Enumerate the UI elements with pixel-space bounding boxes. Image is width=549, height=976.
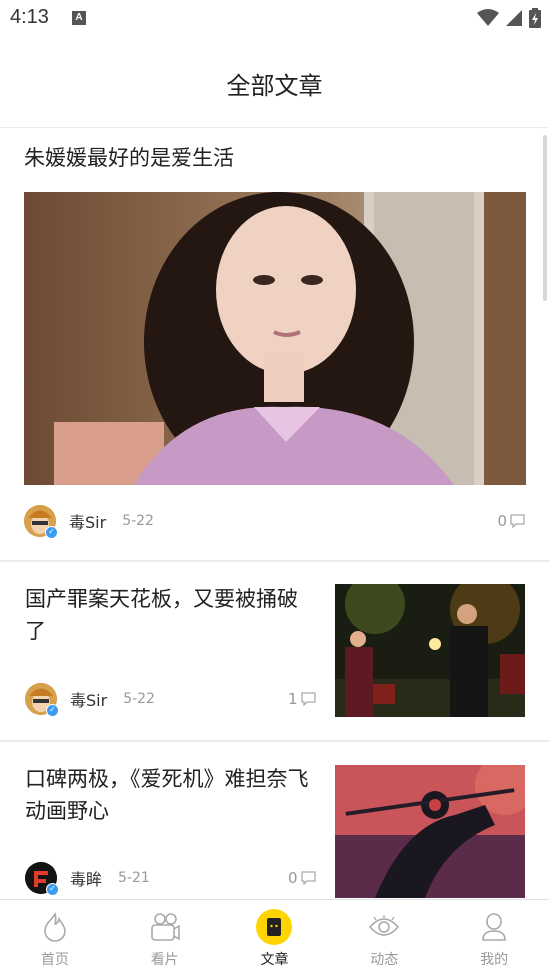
author-name[interactable]: 毒Sir (70, 687, 107, 711)
battery-icon (529, 8, 541, 28)
comment-icon (300, 692, 316, 706)
article-icon (256, 909, 293, 945)
verified-badge-icon: ✓ (45, 526, 58, 539)
publish-date: 5-22 (122, 513, 154, 529)
eye-icon (369, 915, 400, 936)
wifi-icon (477, 9, 499, 26)
publish-date: 5-21 (118, 870, 150, 886)
comment-icon (510, 514, 525, 528)
article-card[interactable]: 口碑两极，《爱死机》难担奈飞动画野心 ✓ 毒眸 5-21 0 (0, 742, 549, 898)
comment-icon (300, 871, 316, 885)
author-name[interactable]: 毒Sir (69, 509, 106, 533)
header: 全部文章 (0, 38, 549, 128)
article-title[interactable]: 朱媛媛最好的是爱生活 (24, 142, 524, 174)
tab-watch[interactable]: 看片 (110, 900, 220, 976)
page-title: 全部文章 (226, 72, 323, 100)
tab-articles[interactable]: 文章 (220, 900, 330, 976)
article-feed[interactable]: 朱媛媛最好的是爱生活 ✓ 毒Sir 5-22 0 国产罪案天花板，又要被捅破了 … (0, 129, 549, 898)
comment-count[interactable]: 0 (497, 512, 525, 530)
status-icons (477, 7, 541, 29)
notification-icon: A (72, 11, 86, 25)
author-avatar[interactable]: ✓ (25, 862, 59, 896)
bottom-tab-bar: 首页 看片 文章 动态 我的 (0, 899, 549, 976)
camera-icon (150, 913, 180, 941)
author-name[interactable]: 毒眸 (70, 866, 102, 890)
signal-icon (506, 10, 522, 26)
verified-badge-icon: ✓ (46, 883, 59, 896)
comment-count-value: 0 (288, 869, 298, 887)
tab-label: 动态 (370, 952, 399, 968)
comment-count[interactable]: 1 (288, 690, 316, 708)
tab-label: 文章 (260, 952, 289, 968)
article-meta: ✓ 毒眸 5-21 (25, 861, 150, 896)
comment-count[interactable]: 0 (288, 869, 316, 887)
tab-home[interactable]: 首页 (0, 900, 110, 976)
status-time: 4:13 (10, 6, 49, 28)
status-bar: 4:13 A (0, 0, 549, 38)
article-title[interactable]: 口碑两极，《爱死机》难担奈飞动画野心 (25, 763, 313, 827)
article-thumbnail[interactable] (335, 584, 525, 717)
tab-activity[interactable]: 动态 (329, 900, 439, 976)
publish-date: 5-22 (123, 691, 155, 707)
article-cover-image[interactable] (24, 192, 526, 485)
author-avatar[interactable]: ✓ (24, 505, 58, 539)
comment-count-value: 0 (497, 512, 507, 530)
article-thumbnail[interactable] (335, 765, 525, 898)
article-title[interactable]: 国产罪案天花板，又要被捅破了 (25, 583, 313, 647)
tab-label: 我的 (480, 952, 509, 968)
tab-label: 首页 (40, 952, 69, 968)
article-card[interactable]: 朱媛媛最好的是爱生活 ✓ 毒Sir 5-22 0 (0, 129, 549, 562)
tab-profile[interactable]: 我的 (439, 900, 549, 976)
verified-badge-icon: ✓ (46, 704, 59, 717)
scrollbar[interactable] (543, 135, 547, 301)
comment-count-value: 1 (288, 690, 298, 708)
article-meta: ✓ 毒Sir 5-22 (25, 682, 155, 717)
article-meta: ✓ 毒Sir 5-22 (24, 504, 154, 539)
article-card[interactable]: 国产罪案天花板，又要被捅破了 ✓ 毒Sir 5-22 1 (0, 562, 549, 742)
user-icon (482, 913, 506, 941)
fire-icon (44, 912, 66, 942)
tab-label: 看片 (150, 952, 179, 968)
author-avatar[interactable]: ✓ (25, 683, 59, 717)
